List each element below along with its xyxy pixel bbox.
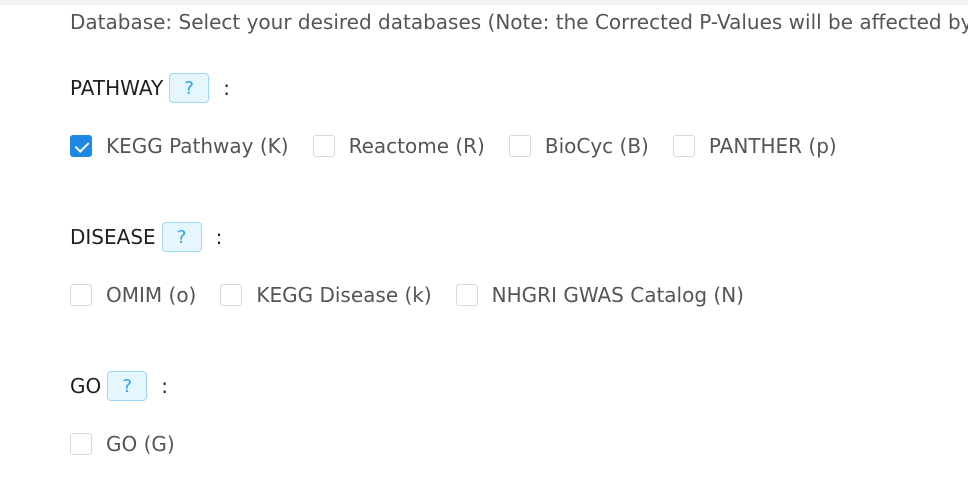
section-title-disease: DISEASE [70, 225, 156, 249]
option-label: OMIM (o) [106, 283, 197, 307]
option-label: PANTHER (p) [708, 134, 837, 158]
checkbox-nhgri-gwas[interactable] [455, 284, 478, 306]
option-biocyc[interactable]: BioCyc (B) [508, 134, 649, 158]
option-kegg-disease[interactable]: KEGG Disease (k) [220, 283, 432, 307]
section-pathway: PATHWAY ? : [70, 72, 230, 104]
checkbox-kegg-pathway[interactable] [70, 135, 92, 157]
checkbox-go[interactable] [70, 433, 92, 455]
option-omim[interactable]: OMIM (o) [70, 283, 196, 307]
option-label: GO (G) [106, 432, 175, 456]
disease-options: OMIM (o) KEGG Disease (k) NHGRI GWAS Cat… [70, 281, 768, 309]
top-divider [0, 0, 968, 5]
section-title-go: GO [70, 374, 102, 398]
option-label: KEGG Pathway (K) [106, 134, 289, 158]
section-go: GO ? : [70, 370, 168, 402]
option-label: KEGG Disease (k) [256, 283, 432, 307]
option-label: NHGRI GWAS Catalog (N) [491, 283, 744, 307]
option-panther[interactable]: PANTHER (p) [672, 134, 837, 158]
option-reactome[interactable]: Reactome (R) [312, 134, 485, 158]
section-disease: DISEASE ? : [70, 221, 222, 253]
checkbox-omim[interactable] [70, 284, 92, 306]
section-title-pathway: PATHWAY [70, 76, 164, 100]
option-nhgri-gwas[interactable]: NHGRI GWAS Catalog (N) [455, 283, 744, 307]
pathway-options: KEGG Pathway (K) Reactome (R) BioCyc (B)… [70, 132, 861, 160]
section-colon: : [223, 76, 230, 100]
section-colon: : [161, 374, 168, 398]
checkbox-panther[interactable] [672, 135, 695, 157]
option-label: BioCyc (B) [544, 134, 649, 158]
section-colon: : [215, 225, 223, 249]
disease-help-button[interactable]: ? [161, 222, 202, 252]
option-kegg-pathway[interactable]: KEGG Pathway (K) [70, 134, 289, 158]
checkbox-kegg-disease[interactable] [220, 284, 243, 306]
checkbox-reactome[interactable] [312, 135, 335, 157]
pathway-help-button[interactable]: ? [169, 73, 210, 103]
database-instructions: Database: Select your desired databases … [70, 10, 968, 34]
option-label: Reactome (R) [348, 134, 485, 158]
option-go[interactable]: GO (G) [70, 432, 175, 456]
go-help-button[interactable]: ? [107, 371, 148, 401]
go-options: GO (G) [70, 430, 199, 458]
checkbox-biocyc[interactable] [508, 135, 531, 157]
